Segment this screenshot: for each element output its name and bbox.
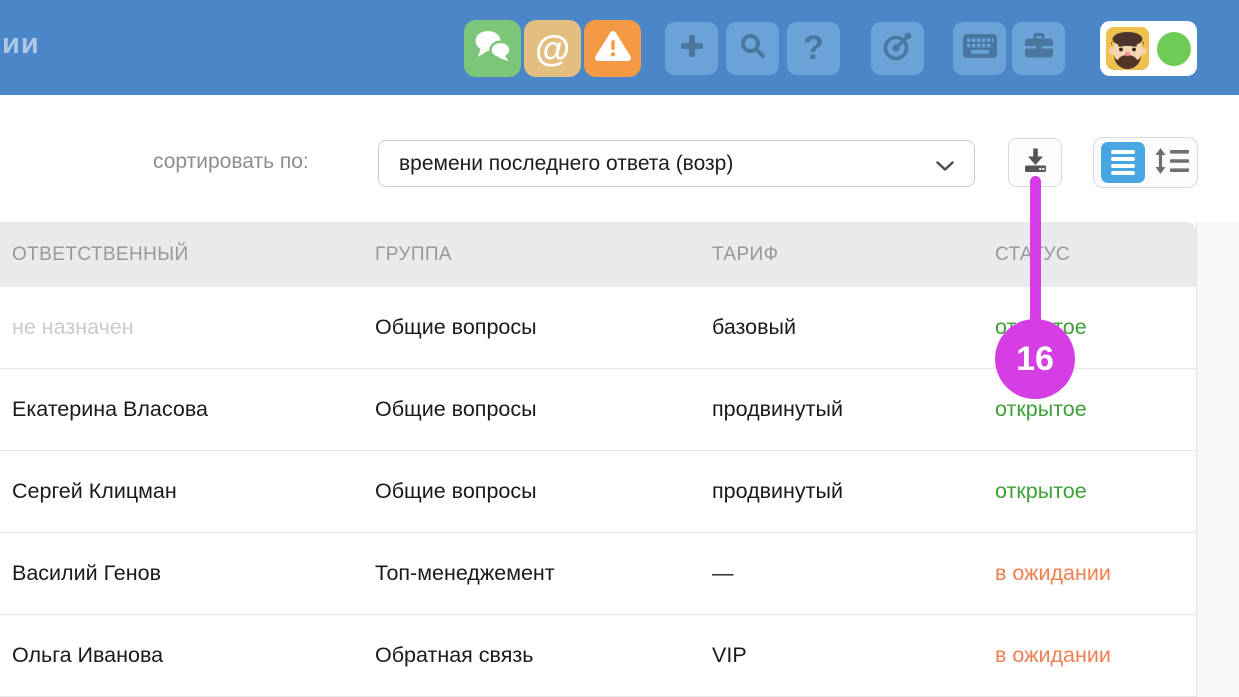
at-sign-icon: @ <box>535 28 570 70</box>
tickets-table: ОТВЕТСТВЕННЫЙ ГРУППА ТАРИФ СТАТУС не наз… <box>0 222 1197 697</box>
group-cell: Общие вопросы <box>375 397 712 422</box>
chevron-down-icon <box>936 159 954 177</box>
help-button[interactable]: ? <box>787 22 840 75</box>
row-height-button[interactable] <box>1151 149 1193 177</box>
column-header-tariff: ТАРИФ <box>712 244 995 266</box>
avatar <box>1106 27 1149 70</box>
group-cell: Обратная связь <box>375 643 712 668</box>
online-status-dot[interactable] <box>1157 32 1191 66</box>
search-icon <box>739 32 767 65</box>
tariff-cell: VIP <box>712 643 995 668</box>
mentions-button[interactable]: @ <box>524 20 581 77</box>
assignee-cell: Сергей Клицман <box>12 479 375 504</box>
warning-triangle-icon <box>595 30 631 67</box>
table-row[interactable]: Ольга Иванова Обратная связь VIP в ожида… <box>0 615 1196 697</box>
user-menu[interactable] <box>1100 21 1197 76</box>
sort-select-value: времени последнего ответа (возр) <box>399 141 733 186</box>
sort-select[interactable]: времени последнего ответа (возр) <box>378 140 975 187</box>
chat-notifications-button[interactable] <box>464 20 521 77</box>
assignee-cell: не назначен <box>12 315 375 340</box>
target-dart-icon <box>882 30 914 67</box>
alerts-button[interactable] <box>584 20 641 77</box>
tariff-cell: продвинутый <box>712 479 995 504</box>
status-cell: в ожидании <box>995 561 1196 586</box>
hotkeys-button[interactable] <box>953 22 1006 75</box>
status-cell: в ожидании <box>995 643 1196 668</box>
table-row[interactable]: Василий Генов Топ-менеджемент — в ожидан… <box>0 533 1196 615</box>
view-toggle-group <box>1093 137 1198 188</box>
table-header-row: ОТВЕТСТВЕННЫЙ ГРУППА ТАРИФ СТАТУС <box>0 222 1196 287</box>
chat-bubbles-icon <box>474 29 512 68</box>
page-background-strip <box>1197 222 1239 697</box>
column-header-group: ГРУППА <box>375 244 712 266</box>
list-view-button[interactable] <box>1101 142 1145 183</box>
top-navigation-bar: ии @ <box>0 0 1239 95</box>
assignee-cell: Василий Генов <box>12 561 375 586</box>
keyboard-icon <box>962 33 998 64</box>
tariff-cell: продвинутый <box>712 397 995 422</box>
tools-button[interactable] <box>1012 22 1065 75</box>
assignee-cell: Екатерина Власова <box>12 397 375 422</box>
clipped-nav-text: ии <box>2 28 40 61</box>
row-height-icon <box>1154 147 1190 180</box>
column-header-assignee: ОТВЕТСТВЕННЫЙ <box>12 244 375 266</box>
question-mark-icon: ? <box>803 29 824 68</box>
column-header-status: СТАТУС <box>995 244 1196 266</box>
briefcase-icon <box>1023 31 1055 66</box>
search-button[interactable] <box>726 22 779 75</box>
goals-button[interactable] <box>871 22 924 75</box>
group-cell: Топ-менеджемент <box>375 561 712 586</box>
add-ticket-button[interactable] <box>665 22 718 75</box>
plus-icon <box>678 32 706 65</box>
assignee-cell: Ольга Иванова <box>12 643 375 668</box>
group-cell: Общие вопросы <box>375 315 712 340</box>
status-cell: открытое <box>995 479 1196 504</box>
sort-by-label: сортировать по: <box>153 150 309 174</box>
table-row[interactable]: Сергей Клицман Общие вопросы продвинутый… <box>0 451 1196 533</box>
download-icon <box>1022 147 1049 179</box>
tariff-cell: базовый <box>712 315 995 340</box>
tariff-cell: — <box>712 561 995 586</box>
status-cell: открытое <box>995 397 1196 422</box>
annotation-marker-16: 16 <box>995 319 1075 399</box>
group-cell: Общие вопросы <box>375 479 712 504</box>
annotation-label: 16 <box>1016 340 1054 379</box>
